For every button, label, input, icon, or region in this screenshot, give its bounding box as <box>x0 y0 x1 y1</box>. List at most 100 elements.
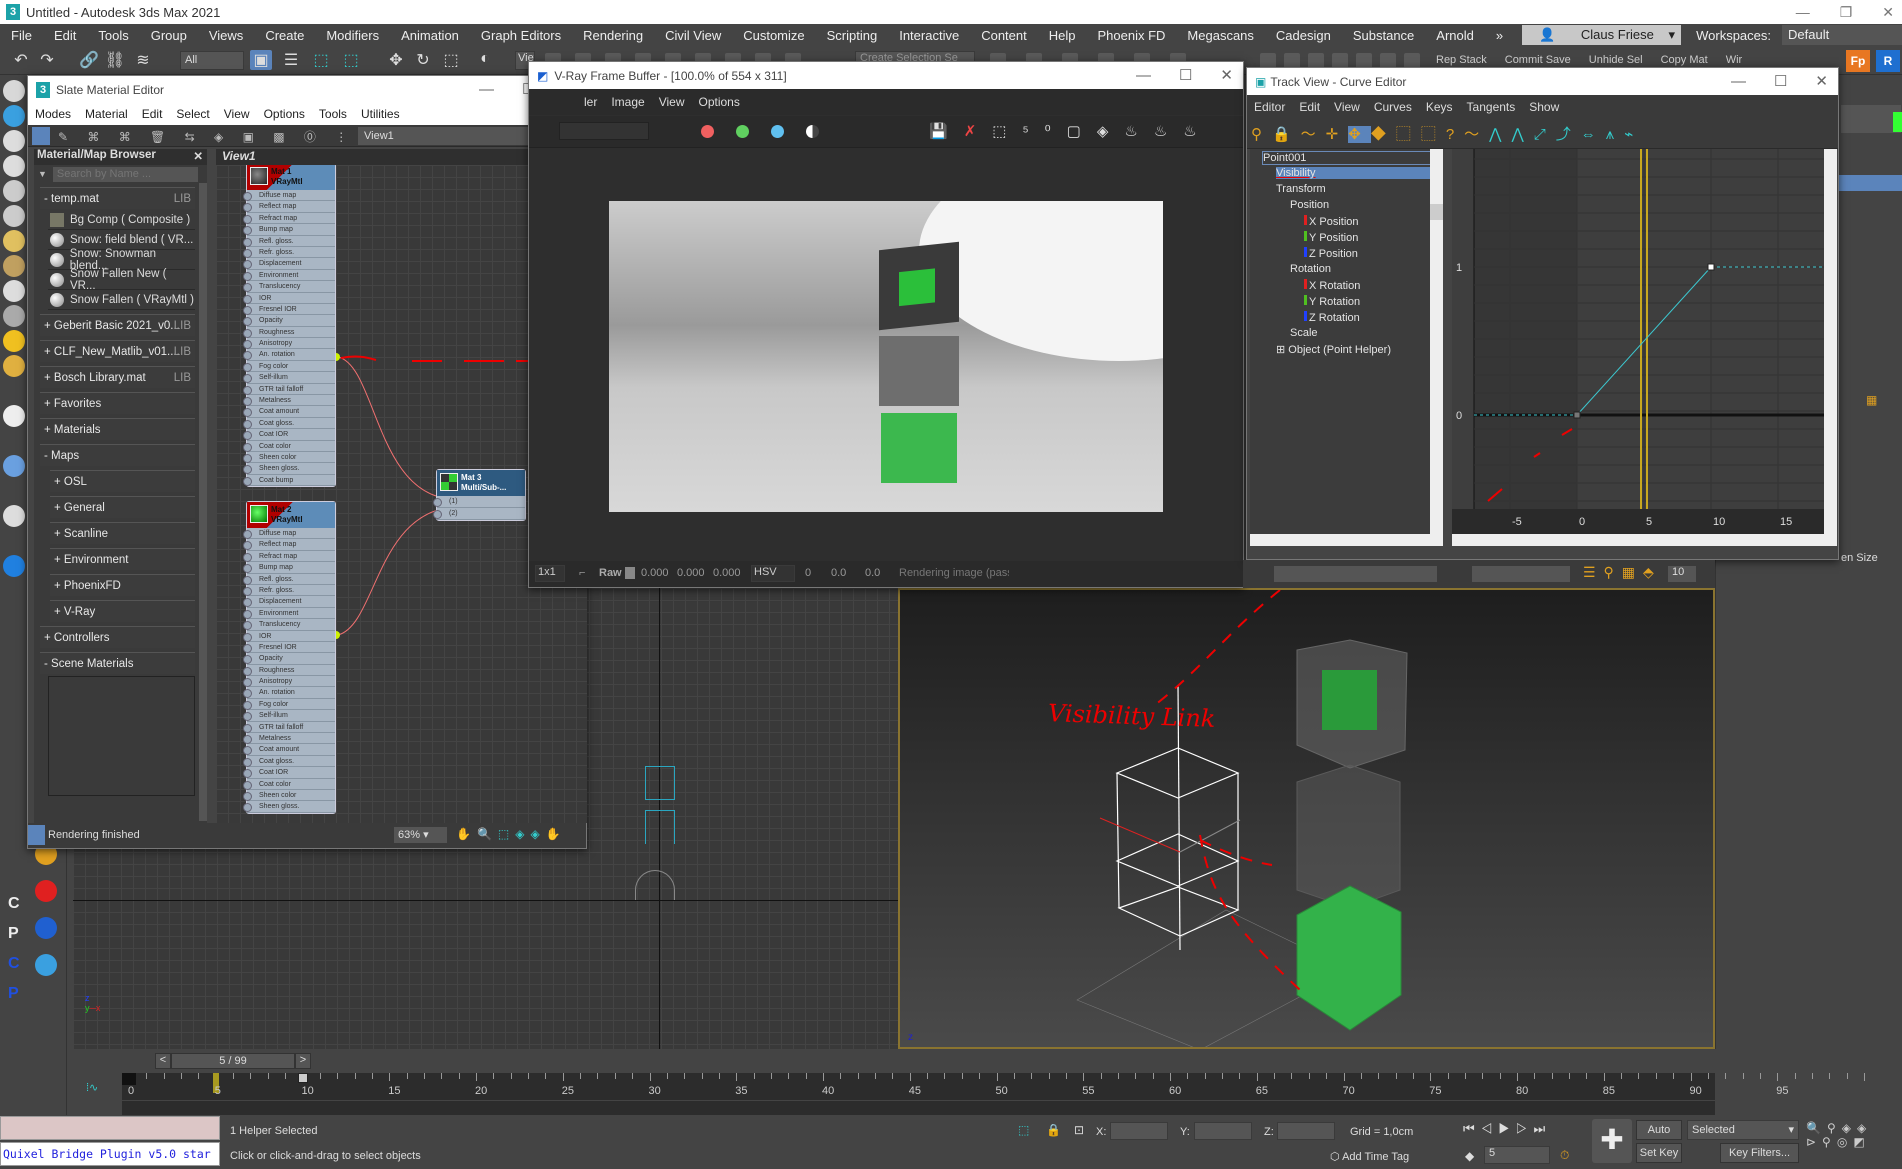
shortcut-wir[interactable]: Wir <box>1726 54 1743 66</box>
menu-options[interactable]: Options <box>692 95 747 109</box>
scale-icon[interactable]: ⬚ <box>440 50 462 70</box>
node-input-slot[interactable]: GTR tail falloff <box>243 384 335 396</box>
browser-group[interactable]: + Favorites <box>40 392 195 414</box>
node-input-slot[interactable]: Translucency <box>243 281 335 293</box>
map-category[interactable]: + V-Ray <box>50 600 195 622</box>
unlink-icon[interactable]: ⛓ <box>104 50 126 70</box>
map-category[interactable]: + Scanline <box>50 522 195 544</box>
key-filters-button[interactable]: Key Filters... <box>1720 1143 1799 1163</box>
shortcut-copy-mat[interactable]: Copy Mat <box>1661 54 1708 66</box>
material-node-mat1[interactable]: Mat 1 VRayMtl Diffuse map Reflect map Refrac… <box>243 165 336 488</box>
node-input-slot[interactable]: Coat amount <box>243 406 335 418</box>
curve-graph[interactable]: -5 0 5 10 15 0 1 <box>1452 149 1824 534</box>
node-input-slot[interactable]: Metalness <box>243 395 335 407</box>
script-launcher-icon[interactable] <box>35 880 57 902</box>
node-input-slot[interactable]: Fog color <box>243 361 335 373</box>
trackview-filter-dropdown[interactable] <box>1471 565 1571 583</box>
browser-search-input[interactable] <box>52 166 198 182</box>
node-input-slot[interactable]: An. rotation <box>243 349 335 361</box>
track-rotation[interactable]: Rotation <box>1290 263 1331 275</box>
track-position[interactable]: Position <box>1290 199 1329 211</box>
track-z-rotation[interactable]: Z Rotation <box>1304 311 1360 324</box>
menu-tools[interactable]: Tools <box>87 28 139 43</box>
track-x-position[interactable]: X Position <box>1304 215 1359 228</box>
track-y-rotation[interactable]: Y Rotation <box>1304 295 1360 308</box>
slate-zoom-dropdown[interactable]: 63% ▾ <box>393 826 448 844</box>
command-shortcut-icon[interactable] <box>3 255 25 277</box>
command-shortcut-icon[interactable] <box>3 105 25 127</box>
menu-civil-view[interactable]: Civil View <box>654 28 732 43</box>
node-input-slot[interactable]: Coat gloss. <box>243 418 335 430</box>
hierarchy-hscrollbar[interactable] <box>1250 534 1443 546</box>
node-header[interactable]: Mat 1 VRayMtl <box>247 165 335 190</box>
node-input-slot[interactable]: Coat amount <box>243 744 335 756</box>
vfb-tool-icons[interactable]: 💾✗⬚⁵⁰▢◈♨♨♨ <box>929 122 1213 140</box>
trackview-frame-field[interactable]: 10 <box>1667 565 1697 583</box>
current-frame-field[interactable]: 5 <box>1484 1146 1550 1164</box>
curve-hscrollbar[interactable] <box>1452 534 1837 546</box>
bind-spacewarp-icon[interactable]: ≋ <box>132 50 154 70</box>
menu-phoenix-fd[interactable]: Phoenix FD <box>1087 28 1177 43</box>
workspace-dropdown[interactable]: Default <box>1782 25 1902 45</box>
command-shortcut-icon[interactable] <box>3 155 25 177</box>
node-input-slot[interactable]: Anisotropy <box>243 676 335 688</box>
node-input-slot[interactable]: Roughness <box>243 327 335 339</box>
node-input-slot[interactable]: Self-illum <box>243 710 335 722</box>
node-input-slot[interactable]: Diffuse map <box>243 190 335 202</box>
isolate-selection-icon[interactable]: ⬚ <box>1018 1123 1029 1137</box>
previous-frame-icon[interactable]: ◁ <box>1481 1121 1499 1136</box>
node-input-slot[interactable]: Reflect map <box>243 201 335 213</box>
node-input-slot[interactable]: GTR tail falloff <box>243 722 335 734</box>
menu-edit[interactable]: Edit <box>1292 100 1327 114</box>
track-y-position[interactable]: Y Position <box>1304 231 1358 244</box>
menu-scripting[interactable]: Scripting <box>816 28 889 43</box>
track-transform[interactable]: Transform <box>1276 183 1326 195</box>
blue-channel-button[interactable] <box>771 125 784 138</box>
y-coordinate-field[interactable] <box>1194 1122 1252 1140</box>
menu-group[interactable]: Group <box>140 28 198 43</box>
track-z-position[interactable]: Z Position <box>1304 247 1358 260</box>
rect-region-icon[interactable]: ⬚ <box>310 50 332 70</box>
placement-icon[interactable]: ◐ <box>474 50 496 70</box>
vfb-close-button[interactable]: ✕ <box>1220 62 1233 89</box>
node-input-slot[interactable]: Displacement <box>243 596 335 608</box>
trackview-maximize-button[interactable]: ☐ <box>1774 68 1787 95</box>
window-crossing-icon[interactable]: ⬚ <box>340 50 362 70</box>
vfb-maximize-button[interactable]: ☐ <box>1179 62 1192 89</box>
x-coordinate-field[interactable] <box>1110 1122 1168 1140</box>
menu-modifiers[interactable]: Modifiers <box>315 28 390 43</box>
node-input-slot[interactable]: Refl. gloss. <box>243 236 335 247</box>
map-category[interactable]: + OSL <box>50 470 195 492</box>
node-input-slot[interactable]: Refract map <box>243 551 335 563</box>
node-header[interactable]: Mat 3 Multi/Sub-... <box>437 470 525 496</box>
command-shortcut-icon[interactable] <box>3 405 25 427</box>
name-field[interactable] <box>1841 105 1901 133</box>
browser-group-scene-materials[interactable]: - Scene Materials <box>40 652 195 674</box>
time-next-button[interactable]: > <box>295 1053 311 1069</box>
command-shortcut-icon[interactable] <box>3 205 25 227</box>
menu-options[interactable]: Options <box>257 107 312 121</box>
maxscript-listener-mini[interactable] <box>0 1116 220 1140</box>
script-launcher-icon[interactable] <box>35 917 57 939</box>
node-input-slot[interactable]: Reflect map <box>243 539 335 551</box>
menu-view[interactable]: View <box>217 107 257 121</box>
menu-keys[interactable]: Keys <box>1419 100 1460 114</box>
track-visibility[interactable]: Visibility <box>1276 167 1432 179</box>
command-shortcut-icon[interactable] <box>3 230 25 252</box>
keyframe-marker[interactable] <box>297 1073 308 1083</box>
menu-cadesign[interactable]: Cadesign <box>1265 28 1342 43</box>
menu-overflow[interactable]: » <box>1485 28 1514 43</box>
menu-customize[interactable]: Customize <box>732 28 815 43</box>
key-mode-toggle-icon[interactable]: ◆ <box>1465 1149 1474 1163</box>
configure-modifier-sets-icon[interactable]: ▦ <box>1866 393 1877 407</box>
node-input-slot[interactable]: Refl. gloss. <box>243 574 335 585</box>
minimize-button[interactable]: — <box>1796 0 1810 24</box>
select-tool-icon[interactable] <box>32 127 50 145</box>
command-shortcut-icon[interactable] <box>3 80 25 102</box>
trackbar[interactable]: ⁞∿ 0 5 10 15 20 25 30 35 40 45 50 55 60 65 70 75 80 85 90 9… <box>73 1073 1865 1115</box>
color-curve-icon[interactable]: ⌐ <box>579 567 585 579</box>
node-input-slot[interactable]: Refr. gloss. <box>243 585 335 597</box>
node-input-slot[interactable]: Translucency <box>243 619 335 631</box>
curve-vscrollbar[interactable] <box>1824 149 1837 534</box>
next-frame-icon[interactable]: ▷ <box>1516 1121 1534 1136</box>
